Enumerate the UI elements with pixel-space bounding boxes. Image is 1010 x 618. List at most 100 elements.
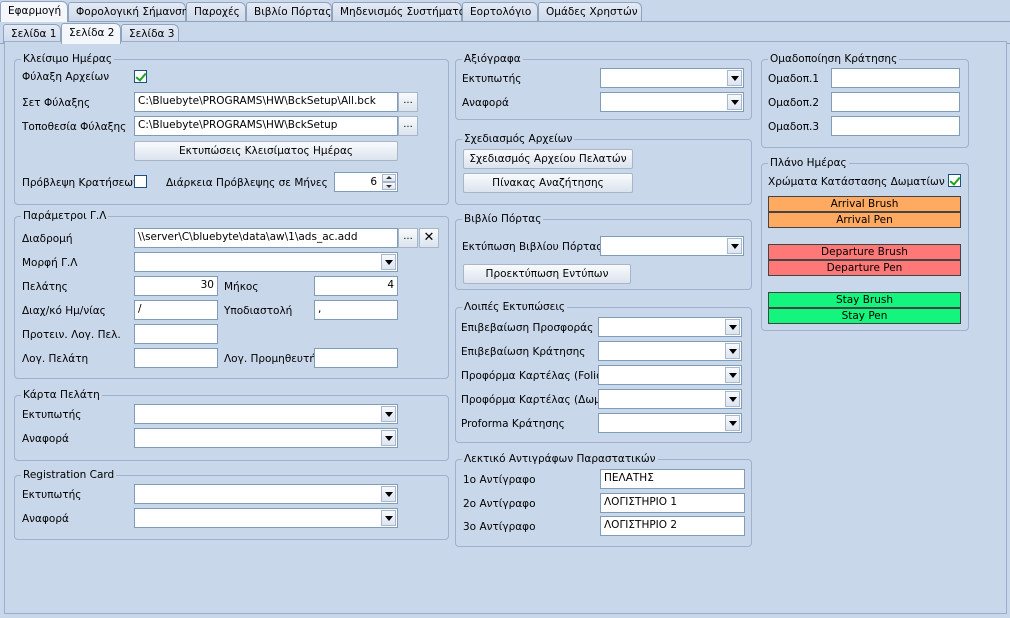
chevron-down-icon[interactable] [725, 367, 740, 383]
gl-customer-label: Πελάτης [22, 281, 68, 293]
receipts-report-select[interactable] [600, 92, 744, 112]
gl-decimal-field[interactable]: , [314, 300, 398, 320]
grouping-1-field[interactable] [831, 68, 960, 88]
gl-path-label: Διαδρομή [22, 233, 73, 245]
chevron-down-icon[interactable] [381, 510, 396, 526]
registration-card-printer-select[interactable] [134, 484, 398, 504]
form-preview-button[interactable]: Προεκτύπωση Εντύπων [463, 264, 631, 284]
copy-2-label: 2ο Αντίγραφο [463, 498, 536, 510]
copies-text-title: Λεκτικό Αντιγράφων Παραστατικών [462, 453, 658, 465]
gl-date-sep-label: Διαχ/κό Ημ/νίας [22, 305, 106, 317]
chevron-down-icon[interactable] [727, 70, 742, 86]
departure-brush-swatch[interactable]: Departure Brush [768, 244, 961, 260]
room-proforma-label: Προφόρμα Καρτέλας (Δωμ.) [461, 394, 609, 406]
registration-card-report-select[interactable] [134, 508, 398, 528]
stay-pen-swatch[interactable]: Stay Pen [768, 308, 961, 324]
grouping-2-field[interactable] [831, 92, 960, 112]
copy-1-label: 1ο Αντίγραφο [463, 474, 536, 486]
gl-prefix-field[interactable] [134, 324, 218, 344]
gl-date-sep-field[interactable]: / [134, 300, 218, 320]
grouping-1-label: Ομαδοπ.1 [768, 73, 820, 85]
tab-tax-marking[interactable]: Φορολογική Σήμανση [68, 2, 188, 21]
receipts-printer-label: Εκτυπωτής [462, 73, 522, 85]
forecast-months-spinner[interactable]: 6 [334, 172, 398, 192]
tab-user-groups[interactable]: Ομάδες Χρηστών [538, 2, 642, 21]
tab-services[interactable]: Παροχές [186, 2, 246, 21]
forecast-months-value: 6 [370, 176, 377, 188]
door-book-print-select[interactable] [600, 236, 744, 256]
file-design-title: Σχεδιασμός Αρχείων [462, 133, 575, 145]
chevron-down-icon[interactable] [725, 343, 740, 359]
backup-location-field[interactable]: C:\Bluebyte\PROGRAMS\HW\BckSetup [134, 116, 398, 136]
chevron-down-icon[interactable] [725, 391, 740, 407]
grouping-2-label: Ομαδοπ.2 [768, 97, 820, 109]
main-tab-row: Εφαρμογή Φορολογική Σήμανση Παροχές Βιβλ… [0, 1, 1010, 22]
folio-proforma-select[interactable] [598, 365, 742, 385]
customer-card-report-select[interactable] [134, 428, 398, 448]
day-plan-title: Πλάνο Ημέρας [768, 157, 849, 169]
booking-confirmation-select[interactable] [598, 341, 742, 361]
chevron-down-icon[interactable] [381, 486, 396, 502]
tab-door-book[interactable]: Βιβλίο Πόρτας [246, 2, 332, 21]
lookup-table-button[interactable]: Πίνακας Αναζήτησης [463, 173, 633, 193]
customer-card-report-label: Αναφορά [22, 433, 69, 445]
tab-holidays[interactable]: Εορτολόγιο [462, 2, 538, 21]
gl-supplier-account-label: Λογ. Προμηθευτή [224, 353, 316, 365]
gl-format-select[interactable] [134, 252, 398, 272]
gl-customer-field[interactable]: 30 [134, 276, 218, 296]
receipts-title: Αξιόγραφα [462, 53, 523, 65]
gl-cust-account-label: Λογ. Πελάτη [22, 353, 89, 365]
offer-confirmation-label: Επιβεβαίωση Προσφοράς [461, 322, 594, 334]
chevron-down-icon[interactable] [381, 430, 396, 446]
backup-location-label: Τοποθεσία Φύλαξης [22, 121, 127, 133]
chevron-down-icon[interactable] [381, 406, 396, 422]
grouping-3-label: Ομαδοπ.3 [768, 121, 820, 133]
room-colors-checkbox[interactable] [948, 174, 961, 187]
day-close-title: Κλείσιμο Ημέρας [21, 53, 114, 65]
backup-files-checkbox[interactable] [134, 70, 147, 83]
tab-page-2[interactable]: Σελίδα 2 [61, 23, 121, 44]
other-prints-title: Λοιπές Εκτυπώσεις [462, 301, 568, 313]
arrival-brush-swatch[interactable]: Arrival Brush [768, 196, 961, 212]
offer-confirmation-select[interactable] [598, 317, 742, 337]
gl-supplier-account-field[interactable] [314, 348, 398, 368]
spinner-down-icon[interactable] [382, 182, 396, 190]
gl-path-clear-icon[interactable]: ✕ [419, 228, 439, 248]
copy-1-field[interactable]: ΠΕΛΑΤΗΣ [600, 469, 745, 489]
arrival-pen-swatch[interactable]: Arrival Pen [768, 212, 961, 228]
chevron-down-icon[interactable] [727, 238, 742, 254]
gl-length-field[interactable]: 4 [314, 276, 398, 296]
backup-set-browse-button[interactable]: ... [398, 92, 418, 112]
tab-application[interactable]: Εφαρμογή [0, 1, 68, 22]
grouping-3-field[interactable] [831, 116, 960, 136]
registration-card-report-label: Αναφορά [22, 513, 69, 525]
copy-3-field[interactable]: ΛΟΓΙΣΤΗΡΙΟ 2 [600, 516, 745, 536]
registration-card-title: Registration Card [21, 469, 117, 481]
backup-location-browse-button[interactable]: ... [398, 116, 418, 136]
chevron-down-icon[interactable] [727, 94, 742, 110]
chevron-down-icon[interactable] [725, 319, 740, 335]
tab-system-reset[interactable]: Μηδενισμός Συστήματος [332, 2, 471, 21]
chevron-down-icon[interactable] [381, 254, 396, 270]
folio-proforma-label: Προφόρμα Καρτέλας (Folio) [461, 370, 607, 382]
chevron-down-icon[interactable] [725, 415, 740, 431]
receipts-printer-select[interactable] [600, 68, 744, 88]
gl-cust-account-field[interactable] [134, 348, 218, 368]
gl-path-browse-button[interactable]: ... [398, 228, 418, 248]
day-close-prints-button[interactable]: Εκτυπώσεις Κλεισίματος Ημέρας [134, 141, 398, 161]
copy-2-field[interactable]: ΛΟΓΙΣΤΗΡΙΟ 1 [600, 493, 745, 513]
departure-pen-swatch[interactable]: Departure Pen [768, 260, 961, 276]
backup-set-field[interactable]: C:\Bluebyte\PROGRAMS\HW\BckSetup\All.bck [134, 92, 398, 112]
booking-grouping-title: Ομαδοποίηση Κράτησης [768, 53, 900, 65]
booking-proforma-label: Proforma Κράτησης [461, 418, 565, 430]
forecast-checkbox[interactable] [134, 175, 147, 188]
gl-path-field[interactable]: \\server\C\bluebyte\data\aw\1\ads_ac.add [134, 228, 398, 248]
stay-brush-swatch[interactable]: Stay Brush [768, 292, 961, 308]
customer-card-printer-select[interactable] [134, 404, 398, 424]
forecast-months-label: Διάρκεια Πρόβλεψης σε Μήνες [166, 177, 328, 189]
booking-proforma-select[interactable] [598, 413, 742, 433]
door-book-print-label: Εκτύπωση Βιβλίου Πόρτας [462, 241, 603, 253]
spinner-up-icon[interactable] [382, 174, 396, 182]
customer-file-design-button[interactable]: Σχεδιασμός Αρχείου Πελατών [463, 149, 633, 169]
room-proforma-select[interactable] [598, 389, 742, 409]
